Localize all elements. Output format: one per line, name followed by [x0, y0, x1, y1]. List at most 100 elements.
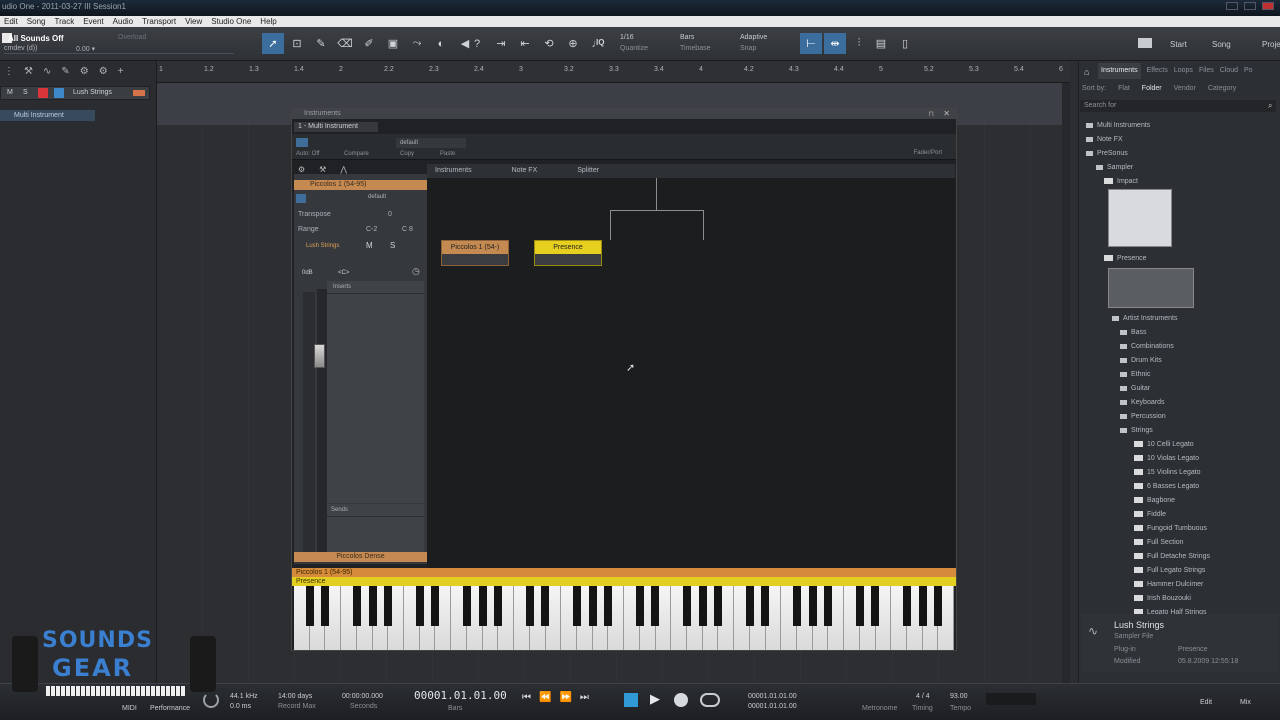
list-item[interactable]: Guitar — [1082, 382, 1278, 396]
record-arm-button[interactable] — [38, 88, 48, 98]
menu-studio-one[interactable]: Studio One — [211, 16, 251, 27]
add-track-icon[interactable]: ⋮ — [4, 66, 14, 77]
play-button[interactable]: ▶ — [650, 691, 660, 707]
list-item[interactable]: Presence — [1082, 252, 1278, 266]
list-item[interactable]: Bagbone — [1082, 494, 1278, 508]
song-value[interactable]: 0.00 ▾ — [76, 45, 95, 53]
list-item[interactable]: Artist Instruments — [1082, 312, 1278, 326]
preset-select[interactable]: default — [396, 138, 466, 148]
fast-forward-icon[interactable]: ⏩ — [559, 692, 571, 703]
tab-note-fx[interactable]: Note FX — [512, 164, 538, 178]
copy-button[interactable]: Copy — [400, 151, 414, 157]
bend-icon[interactable]: ⤳ — [406, 33, 428, 54]
sort-flat[interactable]: Flat — [1118, 85, 1130, 92]
volume-value[interactable]: 0dB — [302, 270, 313, 276]
list-item[interactable]: Impact — [1082, 175, 1278, 189]
tab-cloud[interactable]: Cloud — [1220, 63, 1238, 79]
maximize-icon[interactable] — [1244, 2, 1256, 10]
list-item[interactable]: Irish Bouzouki — [1082, 592, 1278, 606]
solo-button[interactable]: S — [390, 241, 395, 250]
list-item[interactable]: Keyboards — [1082, 396, 1278, 410]
black-key[interactable] — [604, 586, 613, 626]
sort-category[interactable]: Category — [1208, 85, 1236, 92]
track-name[interactable]: Lush Strings — [73, 89, 112, 96]
rewind-icon[interactable]: ⏪ — [539, 692, 551, 703]
power-icon[interactable] — [296, 194, 306, 203]
black-key[interactable] — [415, 586, 424, 626]
black-key[interactable] — [698, 586, 707, 626]
tempo-value[interactable]: 93.00 — [950, 692, 968, 701]
instrument-icon[interactable] — [133, 90, 145, 96]
track-group[interactable]: Multi Instrument — [0, 110, 95, 121]
fader-knob[interactable] — [314, 344, 325, 368]
instruments-window-title[interactable]: Instruments — [292, 109, 956, 119]
list-item[interactable]: PreSonus — [1082, 147, 1278, 161]
arrow-icon[interactable]: ➚ — [262, 33, 284, 54]
automation-icon[interactable]: ∿ — [43, 66, 51, 77]
paint-icon[interactable]: ✐ — [358, 33, 380, 54]
start-button[interactable]: Start — [1170, 40, 1187, 49]
menu-view[interactable]: View — [185, 16, 202, 27]
list-item[interactable]: Hammer Dulcimer — [1082, 578, 1278, 592]
phone-icon[interactable]: ▯ — [894, 33, 916, 54]
menu-song[interactable]: Song — [27, 16, 46, 27]
presence-thumbnail[interactable] — [1108, 268, 1194, 308]
range-low[interactable]: C-2 — [366, 226, 377, 233]
channel-name[interactable]: Piccolos 1 (54-95) — [294, 180, 427, 190]
list-item[interactable]: Full Legato Strings — [1082, 564, 1278, 578]
stop-button[interactable] — [624, 693, 638, 707]
tab-pool[interactable]: Po — [1244, 63, 1253, 79]
zoom-icon[interactable]: ⊕ — [562, 33, 584, 54]
instrument-node-presence[interactable]: Presence — [534, 240, 602, 266]
black-keys[interactable] — [294, 586, 954, 626]
help-icon[interactable]: ? — [466, 33, 488, 54]
black-key[interactable] — [682, 586, 691, 626]
black-key[interactable] — [902, 586, 911, 626]
menu-help[interactable]: Help — [260, 16, 276, 27]
list-item[interactable]: Combinations — [1082, 340, 1278, 354]
minimize-icon[interactable] — [1226, 2, 1238, 10]
snap-events-icon[interactable]: ⇹ — [824, 33, 846, 54]
routing-icon[interactable]: ⋀ — [340, 165, 347, 174]
list-item[interactable]: Fiddle — [1082, 508, 1278, 522]
tab-loops[interactable]: Loops — [1174, 63, 1193, 79]
list-item[interactable]: Note FX — [1082, 133, 1278, 147]
volume-fader[interactable] — [317, 289, 327, 554]
seconds-display[interactable]: 00:00:00.000 — [342, 692, 383, 701]
pin-icon[interactable]: ⊓ — [929, 110, 934, 118]
search-icon[interactable]: ⌕ — [1268, 101, 1272, 111]
loop-icon[interactable] — [700, 693, 720, 707]
quantize-start-icon[interactable]: ⇥ — [490, 33, 512, 54]
black-key[interactable] — [871, 586, 880, 626]
monitor-button[interactable] — [54, 88, 64, 98]
list-item[interactable]: Fungoid Tumbuous — [1082, 522, 1278, 536]
snap-value[interactable]: Adaptive — [740, 33, 767, 43]
fader-port[interactable]: Fader/Port — [914, 150, 942, 156]
range-high[interactable]: C 8 — [402, 226, 413, 233]
list-item[interactable]: 10 Violas Legato — [1082, 452, 1278, 466]
search-input[interactable]: Search for — [1080, 100, 1276, 112]
paste-button[interactable]: Paste — [440, 151, 455, 157]
inserts-panel[interactable]: Inserts — [327, 281, 424, 503]
instrument-node-piccolos[interactable]: Piccolos 1 (54-) — [441, 240, 509, 266]
black-key[interactable] — [934, 586, 943, 626]
black-key[interactable] — [792, 586, 801, 626]
bars-display[interactable]: 00001.01.01.00 — [414, 689, 507, 702]
black-key[interactable] — [918, 586, 927, 626]
return-to-zero-icon[interactable]: ⏮ — [522, 692, 531, 703]
list-item[interactable]: Drum Kits — [1082, 354, 1278, 368]
list-item[interactable]: 10 Celli Legato — [1082, 438, 1278, 452]
black-key[interactable] — [431, 586, 440, 626]
track-header[interactable]: M S Lush Strings — [0, 86, 150, 100]
loop-end[interactable]: 00001.01.01.00 — [748, 702, 797, 711]
black-key[interactable] — [824, 586, 833, 626]
mute-icon[interactable]: ◐ — [430, 33, 452, 54]
wrench-icon[interactable]: ⚒ — [319, 165, 326, 174]
black-key[interactable] — [368, 586, 377, 626]
menu-event[interactable]: Event — [83, 16, 103, 27]
arrange-scrollbar[interactable] — [1062, 83, 1070, 683]
power-icon[interactable] — [296, 138, 308, 147]
printer-icon[interactable] — [1138, 38, 1152, 48]
split-icon[interactable]: ▣ — [382, 33, 404, 54]
loop-icon[interactable]: ⟲ — [538, 33, 560, 54]
